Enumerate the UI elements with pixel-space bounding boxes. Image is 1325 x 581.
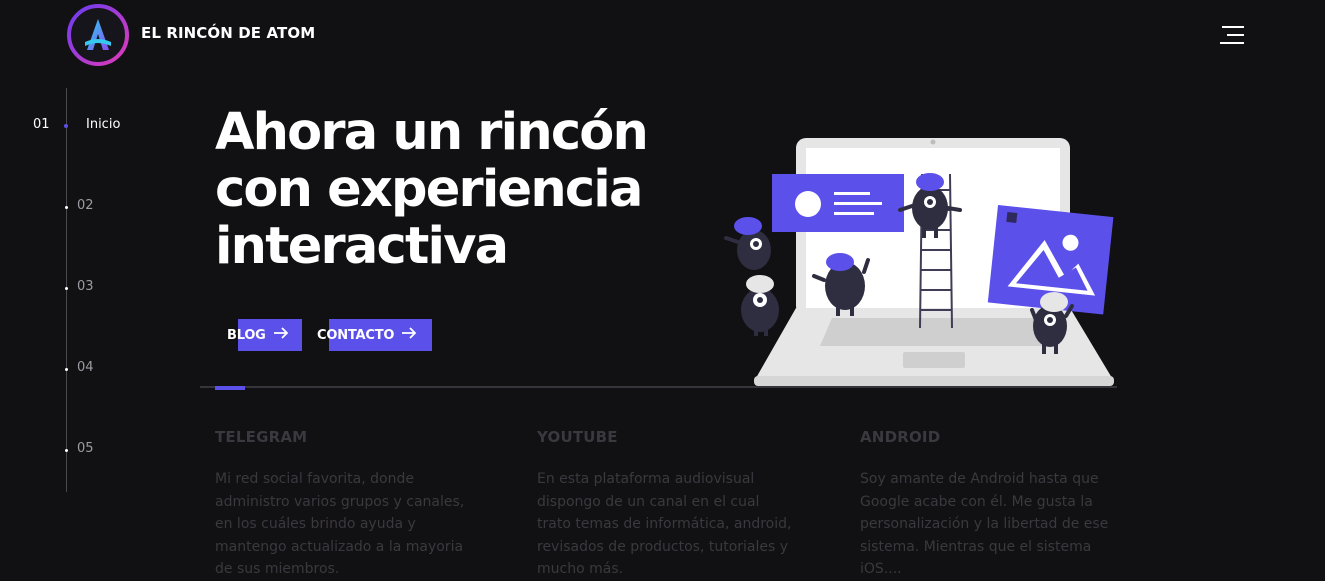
hero-title-line: interactiva — [215, 217, 509, 276]
side-nav-number: 02 — [77, 198, 94, 213]
card-text: Soy amante de Android hasta que Google a… — [860, 471, 1109, 577]
contact-button-label: CONTACTO — [317, 327, 395, 343]
card-title: TELEGRAM — [215, 428, 308, 446]
card-telegram: TELEGRAM Mi red social favorita, donde a… — [215, 428, 475, 581]
hero-title-line: Ahora un rincón — [215, 103, 649, 162]
site-logo[interactable] — [66, 4, 130, 66]
blog-button[interactable]: BLOG — [227, 319, 302, 351]
hamburger-menu-icon[interactable] — [1220, 24, 1246, 46]
card-android: ANDROID Soy amante de Android hasta que … — [860, 428, 1120, 581]
hero-title-line: con experiencia — [215, 160, 643, 219]
side-nav-item-05[interactable]: 05 — [65, 441, 94, 456]
bullet-icon — [65, 287, 68, 290]
contact-button[interactable]: CONTACTO — [317, 319, 432, 351]
bullet-icon — [65, 206, 68, 209]
divider-accent — [215, 386, 245, 390]
card-text: En esta plataforma audiovisual dispongo … — [537, 471, 792, 577]
bullet-icon — [65, 449, 68, 452]
hero-title: Ahora un rincón con experiencia interact… — [215, 104, 735, 275]
laptop-characters-illustration — [720, 130, 1124, 392]
side-nav-item-04[interactable]: 04 — [65, 360, 94, 375]
card-title: YOUTUBE — [537, 428, 618, 446]
side-nav-item-03[interactable]: 03 — [65, 279, 94, 294]
side-nav-number: 03 — [77, 279, 94, 294]
bullet-icon — [65, 368, 68, 371]
arrow-right-icon — [273, 327, 289, 343]
side-nav-item-02[interactable]: 02 — [65, 198, 94, 213]
side-nav-number: 05 — [77, 441, 94, 456]
card-youtube: YOUTUBE En esta plataforma audiovisual d… — [537, 428, 797, 581]
blog-button-label: BLOG — [227, 327, 266, 343]
side-nav-active-number[interactable]: 01 — [33, 117, 50, 132]
brand-name[interactable]: EL RINCÓN DE ATOM — [141, 24, 315, 42]
card-title: ANDROID — [860, 428, 941, 446]
side-nav-number: 04 — [77, 360, 94, 375]
card-text: Mi red social favorita, donde administro… — [215, 471, 465, 577]
side-nav-active-dot — [64, 124, 68, 128]
arrow-right-icon — [401, 327, 417, 343]
side-nav-item-inicio[interactable]: Inicio — [86, 117, 120, 132]
